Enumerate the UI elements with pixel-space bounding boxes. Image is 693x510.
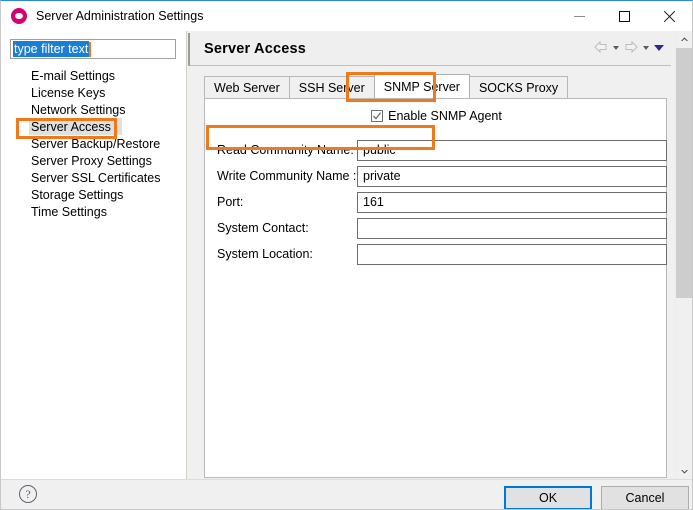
tab-bar: Web Server SSH Server SNMP Server SOCKS … [204,74,569,98]
window-title: Server Administration Settings [36,9,204,23]
vertical-scrollbar[interactable] [675,31,692,480]
read-community-name-row: Read Community Name: public [217,139,667,161]
minimize-button[interactable] [557,1,602,31]
enable-snmp-agent-checkbox[interactable] [371,110,384,122]
sidebar-item-server-backup-restore[interactable]: Server Backup/Restore [1,135,187,152]
scrollbar-thumb[interactable] [676,48,692,298]
sidebar-item-label: Server Proxy Settings [31,153,152,168]
cancel-button[interactable]: Cancel [601,486,689,509]
sidebar-item-label: Server Backup/Restore [31,136,161,151]
tab-label: Web Server [214,80,280,95]
back-history-chevron-down-icon[interactable] [611,40,621,59]
sidebar-item-network-settings[interactable]: Network Settings [1,101,187,118]
sidebar-item-e-mail-settings[interactable]: E-mail Settings [1,67,187,84]
sidebar-item-server-access[interactable]: Server Access [29,118,122,135]
tab-ssh-server[interactable]: SSH Server [288,76,375,98]
close-button[interactable] [647,1,692,31]
tab-socks-proxy[interactable]: SOCKS Proxy [468,76,569,98]
filter-input[interactable]: type filter text [10,39,176,59]
snmp-server-panel: Enable SNMP Agent Read Community Name: p… [204,98,667,478]
write-community-name-input[interactable]: private [357,165,667,187]
check-icon [373,112,382,120]
sidebar-item-license-keys[interactable]: License Keys [1,84,187,101]
sidebar-item-label: E-mail Settings [31,68,116,83]
text-caret [89,41,92,57]
sidebar-item-label: Network Settings [31,102,126,117]
dialog-footer: ? OK Cancel [1,479,692,509]
tab-label: SSH Server [298,80,365,95]
forward-history-chevron-down-icon[interactable] [641,40,651,59]
sidebar-item-label: Time Settings [31,204,107,219]
system-contact-row: System Contact: [217,217,667,239]
settings-sidebar: type filter text E-mail Settings License… [1,31,187,480]
window-controls [557,1,692,31]
sidebar-item-server-proxy-settings[interactable]: Server Proxy Settings [1,152,187,169]
scroll-up-chevron-up-icon[interactable] [676,31,692,48]
tab-web-server[interactable]: Web Server [204,76,290,98]
settings-dialog-window: Server Administration Settings type filt… [0,0,693,510]
system-contact-input[interactable] [357,217,667,239]
page-header: Server Access [188,33,671,66]
page-title: Server Access [204,41,307,57]
port-row: Port: 161 [217,191,667,213]
system-location-row: System Location: [217,243,667,265]
tab-label: SOCKS Proxy [478,80,559,95]
title-bar: Server Administration Settings [1,1,692,31]
write-community-name-row: Write Community Name : private [217,165,667,187]
question-mark-icon[interactable]: ? [19,485,37,503]
system-contact-label: System Contact: [217,221,309,235]
read-community-name-label: Read Community Name: [217,143,354,157]
chevron-down-filled-icon[interactable] [653,40,665,59]
maximize-button[interactable] [602,1,647,31]
sidebar-item-label: Server SSL Certificates [31,170,161,185]
scroll-down-chevron-down-icon[interactable] [676,463,692,480]
eye-logo-icon [11,8,27,24]
port-label: Port: [217,195,244,209]
write-community-name-label: Write Community Name : [217,169,357,183]
port-input[interactable]: 161 [357,191,667,213]
sidebar-item-time-settings[interactable]: Time Settings [1,203,187,220]
ok-button[interactable]: OK [504,486,592,509]
scrollbar-track[interactable] [676,48,692,463]
enable-snmp-agent-row: Enable SNMP Agent [205,109,668,123]
forward-arrow-icon[interactable] [623,40,639,59]
read-community-name-input[interactable]: public [357,139,667,161]
filter-input-value: type filter text [13,41,90,57]
sidebar-item-label: Server Access [31,119,111,134]
system-location-input[interactable] [357,243,667,265]
sidebar-item-label: Storage Settings [31,187,124,202]
tab-snmp-server[interactable]: SNMP Server [373,74,470,98]
navigation-toolbar [593,40,665,59]
sidebar-item-storage-settings[interactable]: Storage Settings [1,186,187,203]
back-arrow-icon[interactable] [593,40,609,59]
tab-label: SNMP Server [383,79,460,94]
enable-snmp-agent-label: Enable SNMP Agent [388,109,502,123]
sidebar-item-label: License Keys [31,85,106,100]
settings-content-panel: Server Access Web Server SSH Server SNMP… [188,31,692,480]
settings-tree: E-mail Settings License Keys Network Set… [1,67,187,220]
sidebar-item-server-ssl-certificates[interactable]: Server SSL Certificates [1,169,187,186]
system-location-label: System Location: [217,247,313,261]
